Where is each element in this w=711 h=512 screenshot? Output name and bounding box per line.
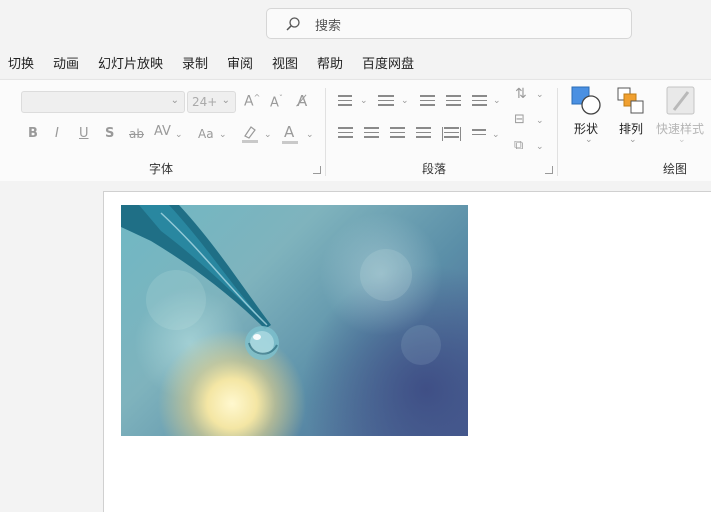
tab-slideshow[interactable]: 幻灯片放映 bbox=[98, 53, 163, 72]
chevron-down-icon: ⌄ bbox=[401, 96, 409, 106]
change-case-button[interactable]: Aa bbox=[198, 127, 214, 141]
ribbon: ⌄ 24+ ⌄ A^ Aˇ A̸ B I U S ab AV ⌄ Aa ⌄ ⌄ … bbox=[0, 79, 711, 182]
shapes-icon[interactable] bbox=[571, 86, 603, 116]
chevron-down-icon: ⌄ bbox=[536, 142, 544, 152]
tab-baidu-netdisk[interactable]: 百度网盘 bbox=[362, 53, 414, 72]
chevron-down-icon: ⌄ bbox=[492, 130, 500, 140]
tab-view[interactable]: 视图 bbox=[272, 53, 298, 72]
slide-canvas bbox=[0, 181, 711, 512]
increase-indent-icon[interactable] bbox=[446, 95, 461, 109]
strikethrough-button[interactable]: ab bbox=[129, 127, 144, 141]
drawing-group-label: 绘图 bbox=[663, 162, 688, 176]
chevron-down-icon: ⌄ bbox=[629, 135, 637, 145]
tab-help[interactable]: 帮助 bbox=[317, 53, 343, 72]
grow-font-button[interactable]: A^ bbox=[244, 93, 260, 110]
distributed-icon[interactable] bbox=[442, 127, 461, 141]
shadow-button[interactable]: S bbox=[105, 126, 114, 141]
font-size-value: 24+ bbox=[192, 95, 218, 109]
chevron-down-icon: ⌄ bbox=[536, 90, 544, 100]
chevron-down-icon: ⌄ bbox=[264, 130, 272, 140]
bullets-icon[interactable] bbox=[338, 95, 352, 109]
line-spacing-icon[interactable] bbox=[472, 95, 487, 109]
shrink-font-button[interactable]: Aˇ bbox=[270, 94, 283, 110]
align-right-icon[interactable] bbox=[390, 127, 405, 141]
align-center-icon[interactable] bbox=[364, 127, 379, 141]
decrease-indent-icon[interactable] bbox=[420, 95, 435, 109]
search-box[interactable]: 搜索 bbox=[266, 8, 632, 39]
clear-format-icon[interactable]: A̸ bbox=[297, 92, 307, 110]
font-dialog-launcher[interactable] bbox=[313, 166, 321, 174]
slide-picture[interactable] bbox=[121, 205, 468, 436]
group-separator bbox=[325, 88, 326, 176]
highlighter-icon[interactable] bbox=[241, 124, 259, 144]
chevron-down-icon: ⌄ bbox=[219, 130, 227, 140]
search-icon bbox=[286, 17, 300, 31]
chevron-down-icon: ⌄ bbox=[585, 135, 593, 145]
font-color-swatch bbox=[282, 141, 298, 144]
font-color-button[interactable]: A bbox=[284, 123, 294, 141]
chevron-down-icon: ⌄ bbox=[360, 96, 368, 106]
underline-button[interactable]: U bbox=[79, 126, 89, 141]
justify-icon[interactable] bbox=[416, 127, 431, 141]
paragraph-dialog-launcher[interactable] bbox=[545, 166, 553, 174]
bold-button[interactable]: B bbox=[28, 126, 38, 141]
leaf-water-drop-image bbox=[121, 205, 441, 365]
chevron-down-icon: ⌄ bbox=[536, 116, 544, 126]
smartart-icon[interactable]: ⧉ bbox=[514, 138, 523, 153]
font-group-label: 字体 bbox=[149, 162, 174, 176]
font-size-combo[interactable]: 24+ ⌄ bbox=[187, 91, 236, 113]
char-spacing-button[interactable]: AV bbox=[154, 124, 171, 139]
quick-styles-icon bbox=[666, 86, 695, 115]
arrange-icon[interactable] bbox=[616, 86, 646, 116]
chevron-down-icon: ⌄ bbox=[306, 130, 314, 140]
chevron-down-icon: ⌄ bbox=[170, 95, 179, 106]
title-bar: 搜索 bbox=[0, 0, 711, 44]
numbering-icon[interactable] bbox=[378, 95, 394, 109]
slide[interactable] bbox=[103, 191, 711, 512]
text-direction-icon[interactable]: ⇅ bbox=[515, 86, 527, 102]
chevron-down-icon: ⌄ bbox=[493, 96, 501, 106]
search-placeholder: 搜索 bbox=[315, 19, 342, 34]
group-separator bbox=[557, 88, 558, 176]
font-name-combo[interactable]: ⌄ bbox=[21, 91, 185, 113]
align-left-icon[interactable] bbox=[338, 127, 353, 141]
columns-icon[interactable] bbox=[472, 129, 486, 138]
chevron-down-icon: ⌄ bbox=[175, 130, 183, 140]
tab-transitions[interactable]: 切换 bbox=[8, 53, 34, 72]
paragraph-group-label: 段落 bbox=[422, 162, 447, 176]
italic-button[interactable]: I bbox=[55, 126, 59, 141]
chevron-down-icon: ⌄ bbox=[221, 95, 230, 106]
tab-animations[interactable]: 动画 bbox=[53, 53, 79, 72]
align-text-icon[interactable]: ⊟ bbox=[514, 112, 525, 127]
tab-review[interactable]: 审阅 bbox=[227, 53, 253, 72]
tab-record[interactable]: 录制 bbox=[182, 53, 208, 72]
chevron-down-icon: ⌄ bbox=[678, 135, 686, 145]
